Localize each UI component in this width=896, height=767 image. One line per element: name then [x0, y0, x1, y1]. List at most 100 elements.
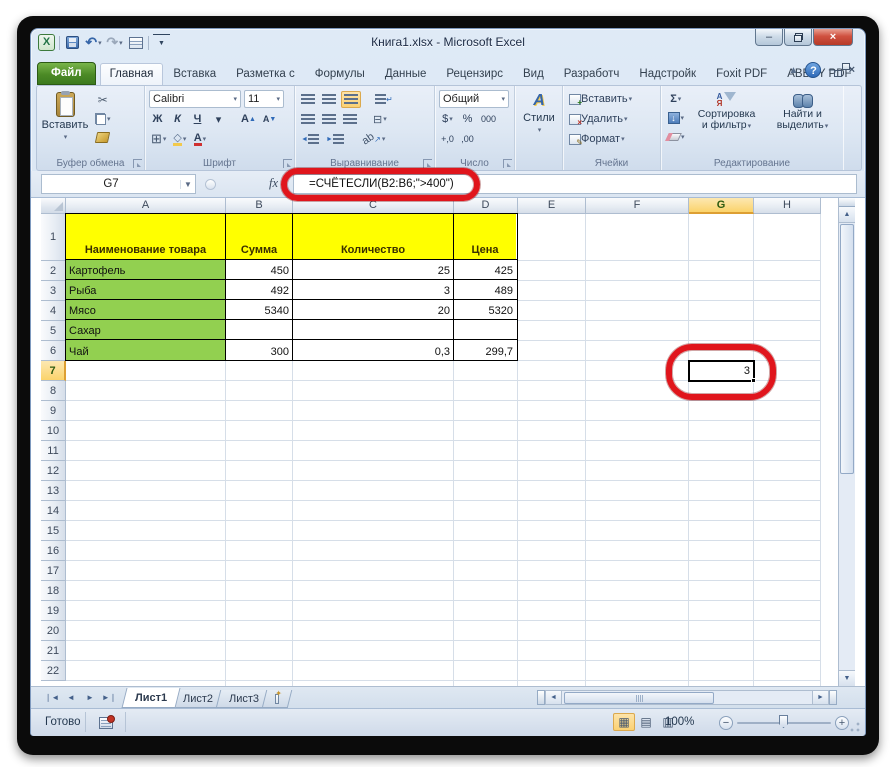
- cell-B1[interactable]: Сумма: [226, 214, 293, 259]
- scroll-down-icon[interactable]: ▼: [839, 670, 855, 686]
- cell-D6[interactable]: 299,7: [454, 340, 516, 360]
- row-header-15[interactable]: 15: [41, 521, 66, 541]
- dialog-launcher-icon[interactable]: [283, 159, 292, 168]
- row-header-21[interactable]: 21: [41, 641, 66, 661]
- row-header-16[interactable]: 16: [41, 541, 66, 561]
- styles-button[interactable]: А Стили ▾: [519, 89, 559, 153]
- ribbon-tab-Рецензирс[interactable]: Рецензирс: [436, 63, 513, 85]
- align-right-button[interactable]: [341, 111, 359, 128]
- row-header-4[interactable]: 4: [41, 301, 66, 321]
- dialog-launcher-icon[interactable]: [503, 159, 512, 168]
- select-all-corner[interactable]: [41, 198, 66, 214]
- row-header-1[interactable]: 1: [41, 214, 66, 261]
- help-button[interactable]: ?: [805, 62, 822, 78]
- zoom-slider-thumb[interactable]: [779, 715, 788, 728]
- row-header-6[interactable]: 6: [41, 341, 66, 361]
- cell-B6[interactable]: 300: [226, 340, 293, 360]
- row-header-5[interactable]: 5: [41, 321, 66, 341]
- clear-button[interactable]: ▾: [665, 128, 687, 145]
- row-header-13[interactable]: 13: [41, 481, 66, 501]
- column-header-F[interactable]: F: [586, 198, 689, 214]
- delete-cells-button[interactable]: Удалить▾: [567, 111, 630, 128]
- cell-D4[interactable]: 5320: [454, 300, 516, 319]
- align-left-button[interactable]: [299, 111, 317, 128]
- increase-indent-button[interactable]: ►: [324, 131, 346, 148]
- row-header-2[interactable]: 2: [41, 261, 66, 281]
- zoom-out-button[interactable]: −: [719, 716, 733, 730]
- cell-C3[interactable]: 3: [293, 280, 454, 299]
- ribbon-tab-Вид[interactable]: Вид: [513, 63, 554, 85]
- horizontal-scroll-thumb[interactable]: [564, 692, 714, 704]
- ribbon-tab-Вставка[interactable]: Вставка: [163, 63, 226, 85]
- paste-button[interactable]: Вставить ▾: [41, 89, 89, 153]
- format-painter-button[interactable]: [93, 129, 113, 146]
- increase-decimal-button[interactable]: +,0: [439, 131, 456, 148]
- ribbon-tab-Формулы[interactable]: Формулы: [305, 63, 375, 85]
- orientation-button[interactable]: ab ↗ ▾: [360, 131, 387, 148]
- sort-filter-button[interactable]: АЯ Сортировка и фильтр▾: [689, 89, 765, 153]
- underline-button[interactable]: Ч: [189, 111, 206, 128]
- cell-D2[interactable]: 425: [454, 260, 516, 279]
- align-middle-button[interactable]: [320, 91, 338, 108]
- row-header-12[interactable]: 12: [41, 461, 66, 481]
- split-handle[interactable]: [839, 198, 855, 207]
- cut-button[interactable]: ✂: [93, 91, 113, 108]
- row-header-22[interactable]: 22: [41, 661, 66, 681]
- collapse-ribbon-icon[interactable]: ▲: [789, 65, 799, 76]
- merge-center-button[interactable]: ⊟ ▾: [371, 111, 389, 128]
- decrease-decimal-button[interactable]: ,00: [459, 131, 476, 148]
- row-header-17[interactable]: 17: [41, 561, 66, 581]
- cell-A3[interactable]: Рыба: [66, 280, 226, 299]
- cell-D3[interactable]: 489: [454, 280, 516, 299]
- cell-D1[interactable]: Цена: [454, 214, 516, 259]
- column-header-A[interactable]: A: [66, 198, 226, 214]
- ribbon-tab-Foxit PDF[interactable]: Foxit PDF: [706, 63, 777, 85]
- scroll-up-icon[interactable]: ▲: [839, 207, 855, 223]
- fill-color-button[interactable]: ◇ ▾: [171, 131, 188, 148]
- scroll-right-icon[interactable]: ►: [812, 690, 829, 705]
- cell-A1[interactable]: Наименование товара: [66, 214, 226, 259]
- cell-A5[interactable]: Сахар: [66, 320, 226, 339]
- font-family-combo[interactable]: Calibri ▾: [149, 90, 241, 108]
- close-button[interactable]: ×: [813, 29, 853, 46]
- vertical-scrollbar[interactable]: ▲ ▼: [838, 198, 855, 686]
- number-format-combo[interactable]: Общий ▾: [439, 90, 509, 108]
- cell-B3[interactable]: 492: [226, 280, 293, 299]
- macro-record-button[interactable]: [95, 714, 117, 731]
- find-select-button[interactable]: Найти и выделить▾: [767, 89, 839, 153]
- insert-cells-button[interactable]: Вставить▾: [567, 91, 634, 108]
- cell-C4[interactable]: 20: [293, 300, 454, 319]
- italic-button[interactable]: К: [169, 111, 186, 128]
- row-header-19[interactable]: 19: [41, 601, 66, 621]
- align-bottom-button[interactable]: [341, 90, 361, 108]
- row-header-20[interactable]: 20: [41, 621, 66, 641]
- prev-sheet-button[interactable]: ◄: [62, 690, 80, 706]
- fx-icon[interactable]: fx: [269, 176, 278, 191]
- column-header-E[interactable]: E: [518, 198, 586, 214]
- row-header-18[interactable]: 18: [41, 581, 66, 601]
- last-sheet-button[interactable]: ►❘: [100, 690, 118, 706]
- cell-A6[interactable]: Чай: [66, 340, 226, 360]
- cell-D5[interactable]: [454, 320, 516, 339]
- comma-style-button[interactable]: 000: [479, 111, 498, 128]
- align-top-button[interactable]: [299, 91, 317, 108]
- dialog-launcher-icon[interactable]: [133, 159, 142, 168]
- ribbon-tab-Файл[interactable]: Файл: [37, 62, 96, 85]
- cell-B4[interactable]: 5340: [226, 300, 293, 319]
- percent-button[interactable]: %: [459, 111, 476, 128]
- grow-font-button[interactable]: А ▲: [239, 111, 258, 128]
- ribbon-tab-Главная[interactable]: Главная: [99, 63, 164, 85]
- cell-B2[interactable]: 450: [226, 260, 293, 279]
- insert-worksheet-tab[interactable]: [261, 690, 293, 708]
- minimize-button[interactable]: –: [755, 29, 783, 46]
- row-header-3[interactable]: 3: [41, 281, 66, 301]
- cell-A2[interactable]: Картофель: [66, 260, 226, 279]
- row-header-14[interactable]: 14: [41, 501, 66, 521]
- page-layout-view-button[interactable]: ▤: [635, 713, 657, 731]
- underline-options-icon[interactable]: ▾: [210, 111, 227, 128]
- cell-C5[interactable]: [293, 320, 454, 339]
- sheet-tab-Лист1[interactable]: Лист1: [121, 688, 181, 708]
- next-sheet-button[interactable]: ►: [81, 690, 99, 706]
- bold-button[interactable]: Ж: [149, 111, 166, 128]
- currency-button[interactable]: $ ▾: [439, 111, 456, 128]
